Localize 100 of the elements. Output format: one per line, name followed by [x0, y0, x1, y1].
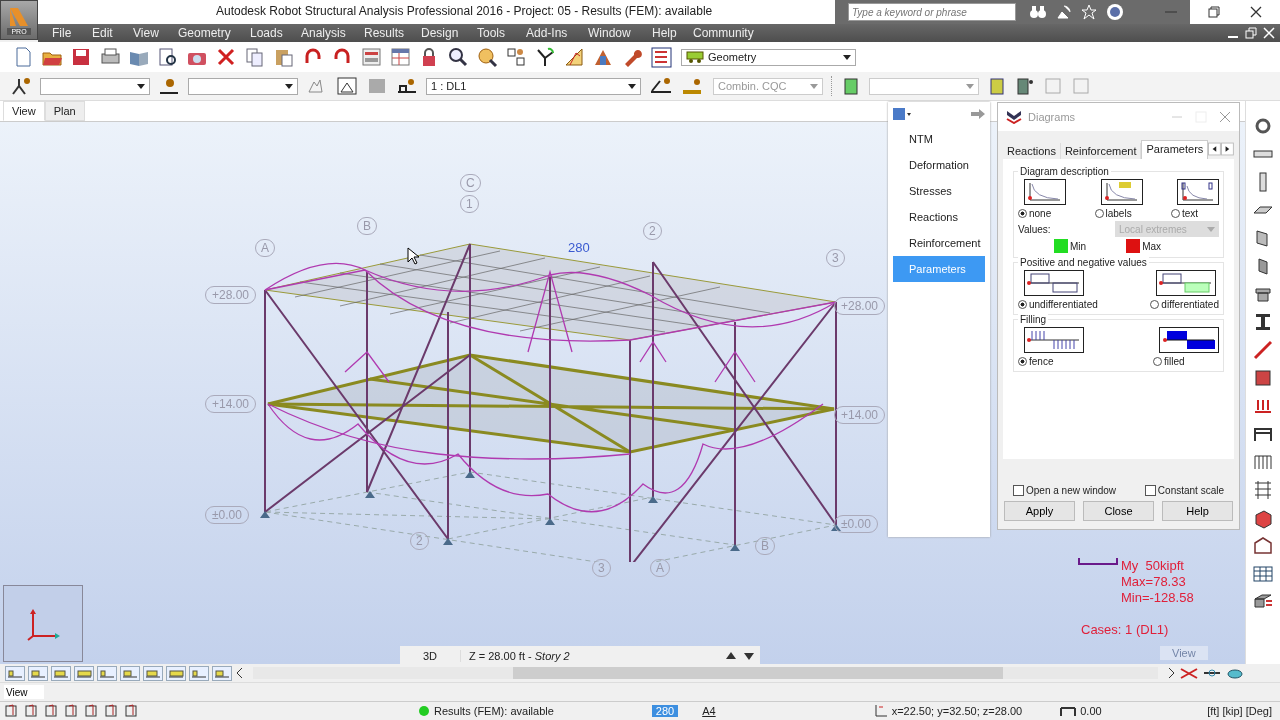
globe-zoom-icon[interactable]	[476, 46, 498, 68]
chart-icon[interactable]	[892, 107, 912, 121]
case-query-icon[interactable]	[396, 76, 418, 96]
search-field[interactable]: Type a keyword or phrase	[848, 3, 1016, 21]
star-icon[interactable]	[1081, 4, 1097, 20]
dialog-tab[interactable]: Parameters	[1141, 140, 1209, 159]
diagram-preview-icon	[1100, 179, 1143, 205]
diagram-menu-item[interactable]: Stresses	[893, 178, 985, 204]
view-tab[interactable]: View	[3, 101, 45, 121]
load-cases-label: Cases: 1 (DL1)	[1081, 622, 1170, 638]
arrow-right-icon[interactable]	[970, 108, 986, 120]
scroll-left-icon[interactable]	[1208, 142, 1222, 156]
menu-item[interactable]: Tools	[477, 26, 505, 40]
colored-frame-icon[interactable]	[987, 76, 1007, 96]
view-mode-label: 3D	[400, 649, 461, 662]
arrow-up-icon[interactable]	[726, 651, 736, 660]
cut-icon[interactable]	[1179, 665, 1199, 681]
menu-item[interactable]: Results	[364, 26, 404, 40]
checkbox-option[interactable]: Constant scale	[1144, 485, 1224, 496]
help-icon[interactable]	[1106, 3, 1124, 21]
radio-option[interactable]: none	[1018, 208, 1052, 219]
group-title: Filling	[1018, 314, 1049, 325]
arrow-down-icon[interactable]	[744, 651, 754, 660]
checkbox-option[interactable]: Open a new window	[1013, 485, 1117, 496]
menu-item[interactable]: Geometry	[178, 26, 231, 40]
status-dot-icon	[418, 705, 430, 717]
radio-option[interactable]: filled	[1153, 356, 1185, 367]
mouse-cursor-icon	[407, 247, 419, 265]
legend-text: Min=-128.58	[1121, 590, 1194, 606]
restore-icon[interactable]	[1207, 5, 1221, 19]
diagram-preview-icon	[1177, 179, 1219, 205]
scroll-left-icon[interactable]	[235, 667, 245, 679]
node-select[interactable]	[40, 77, 150, 95]
scrollbar-thumb[interactable]	[513, 667, 1003, 679]
dropdown-arrow-icon	[843, 54, 851, 60]
menu-item[interactable]: Loads	[250, 26, 283, 40]
dropdown-arrow-icon	[966, 83, 974, 89]
diagram-scale-icon	[1078, 558, 1118, 566]
paper-size: A4	[702, 705, 716, 717]
angle-icon	[1060, 705, 1077, 717]
preview-icon[interactable]	[157, 46, 179, 68]
radio-option[interactable]: fence	[1018, 356, 1054, 367]
menu-item[interactable]: Help	[652, 26, 677, 40]
diagram-preview-icon	[1156, 270, 1217, 296]
dialog-button[interactable]: Help	[1162, 501, 1233, 521]
menu-item[interactable]: Edit	[92, 26, 113, 40]
command-field[interactable]: View	[4, 685, 44, 699]
table-icon[interactable]	[389, 46, 411, 68]
menu-item[interactable]: Window	[588, 26, 631, 40]
restore-icon[interactable]	[1245, 27, 1257, 39]
group-title: Diagram description	[1018, 166, 1111, 177]
menu-item[interactable]: Design	[421, 26, 459, 40]
node-query-icon[interactable]	[10, 76, 32, 96]
bar-query-icon[interactable]	[158, 76, 180, 96]
diagram-menu-item[interactable]: Reactions	[893, 204, 985, 230]
menu-item[interactable]: Community	[693, 26, 754, 40]
scroll-right-icon[interactable]	[1221, 142, 1234, 156]
branch-arrow-icon[interactable]	[534, 46, 556, 68]
legend-text: Max=78.33	[1121, 574, 1187, 590]
dialog-button[interactable]: Apply	[1004, 501, 1075, 521]
load-shape-icon[interactable]	[649, 76, 673, 96]
copy-icon[interactable]	[244, 46, 266, 68]
layout-select[interactable]: Geometry	[681, 48, 856, 66]
delete-icon[interactable]	[215, 46, 237, 68]
grid-nodes-icon[interactable]	[505, 46, 527, 68]
dialog-title: Diagrams	[1028, 111, 1076, 123]
menu-item[interactable]: File	[52, 26, 72, 40]
dropdown-arrow-icon	[628, 83, 636, 89]
diagram-menu-item[interactable]: NTM	[893, 126, 985, 152]
radio-option[interactable]: text	[1171, 208, 1199, 219]
menu-item[interactable]: Add-Ins	[526, 26, 568, 40]
radio-option[interactable]: differentiated	[1150, 299, 1219, 310]
calculator-icon[interactable]	[360, 46, 382, 68]
radio-option[interactable]: undifferentiated	[1018, 299, 1098, 310]
save-icon[interactable]	[70, 46, 92, 68]
frame-query-icon[interactable]	[1015, 76, 1035, 96]
dialog-button[interactable]: Close	[1083, 501, 1154, 521]
diagram-menu-item[interactable]: Deformation	[893, 152, 985, 178]
diagram-menu-item[interactable]: Reinforcement	[893, 230, 985, 256]
legend-text: My 50kipft	[1121, 558, 1185, 574]
diagram-preview-icon	[1024, 270, 1084, 296]
window-title: Autodesk Robot Structural Analysis Professional 2016 - Project: 05 - Results (FEM): available	[216, 4, 713, 18]
menu-item[interactable]: View	[133, 26, 159, 40]
view-caption: View	[1160, 646, 1208, 660]
view-tab[interactable]: Plan	[44, 101, 85, 121]
values-label: Values:	[1018, 223, 1051, 235]
satellite-icon[interactable]	[1056, 4, 1072, 20]
diagram-preview-icon	[1024, 327, 1084, 353]
menu-item[interactable]: Analysis	[301, 26, 346, 40]
settings-list-icon[interactable]	[650, 46, 672, 68]
radio-option[interactable]: labels	[1094, 208, 1132, 219]
close-icon[interactable]	[1249, 5, 1263, 19]
binoculars-icon[interactable]	[1029, 4, 1047, 20]
zoom-icon[interactable]	[447, 46, 469, 68]
scroll-right-icon[interactable]	[1166, 667, 1176, 679]
logo-icon	[8, 5, 30, 28]
table-icon[interactable]	[1252, 563, 1274, 585]
window-frame-icon[interactable]	[336, 76, 358, 96]
load-case-select[interactable]: 1 : DL1	[426, 77, 641, 95]
dropdown-arrow-icon	[810, 83, 818, 89]
